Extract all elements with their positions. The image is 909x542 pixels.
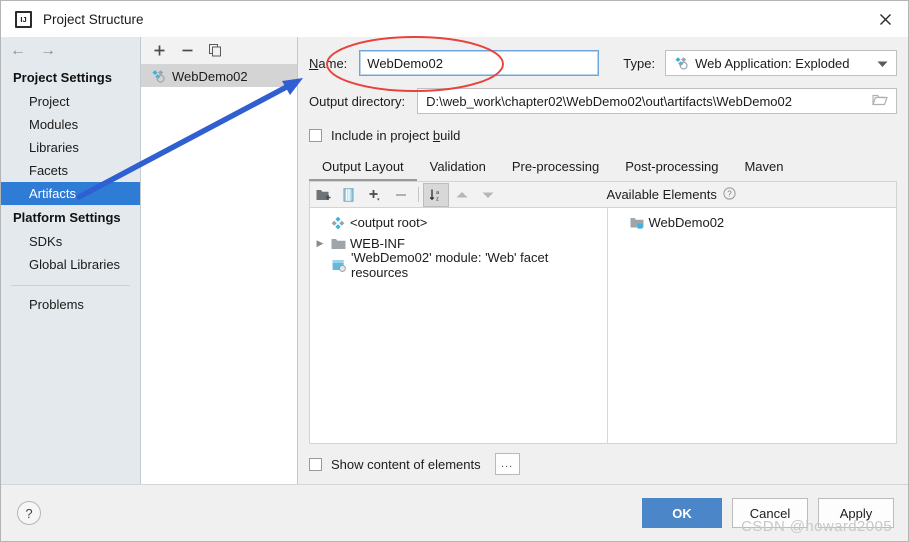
available-elements-tree: WebDemo02 <box>606 207 897 444</box>
more-options-button[interactable]: ... <box>494 453 520 475</box>
name-label: Name: <box>309 55 348 71</box>
chevron-down-icon <box>877 56 888 71</box>
list-item[interactable]: WebDemo02 <box>608 212 896 233</box>
intellij-idea-icon <box>15 10 32 28</box>
project-structure-dialog: Project Structure ← → Project Settings P… <box>0 0 909 542</box>
artifact-icon <box>151 69 165 83</box>
tab-validation[interactable]: Validation <box>417 159 499 181</box>
include-in-build-checkbox[interactable] <box>309 128 322 142</box>
tree-row[interactable]: <output root> <box>310 212 607 233</box>
show-content-row: Show content of elements ... <box>309 444 897 484</box>
sort-alphabetically-icon[interactable]: a z <box>423 182 449 207</box>
help-button[interactable]: ? <box>17 501 41 525</box>
close-icon[interactable] <box>862 1 908 37</box>
sidebar-group-project-settings: Project Settings <box>13 70 112 85</box>
output-directory-input[interactable]: D:\web_work\chapter02\WebDemo02\out\arti… <box>417 88 897 114</box>
chevron-right-icon[interactable]: ▶ <box>314 238 326 249</box>
arrow-right-icon[interactable]: → <box>40 43 56 59</box>
artifact-toolbar <box>141 37 297 65</box>
apply-button[interactable]: Apply <box>818 498 894 528</box>
svg-text:z: z <box>436 196 439 202</box>
dialog-footer: ? OK Cancel Apply CSDN @howard2005 <box>1 484 908 541</box>
layout-panes: <output root> ▶ WEB-INF 'WebDemo02' modu… <box>309 207 897 444</box>
sidebar-item-facets[interactable]: Facets <box>1 159 140 182</box>
remove-icon[interactable] <box>181 44 194 57</box>
output-directory-row: Output directory: D:\web_work\chapter02\… <box>309 88 897 114</box>
artifact-detail-panel: Name: WebDemo02 Type: Web Application: E… <box>298 37 908 484</box>
output-directory-value: D:\web_work\chapter02\WebDemo02\out\arti… <box>426 93 792 109</box>
show-content-label: Show content of elements <box>331 456 481 472</box>
name-input[interactable]: WebDemo02 <box>359 50 600 76</box>
artifact-icon <box>674 56 688 70</box>
arrow-left-icon[interactable]: ← <box>10 43 26 59</box>
include-in-build-label: Include in project build <box>331 127 461 143</box>
available-elements-label: Available Elements <box>606 187 717 202</box>
tab-pre-processing[interactable]: Pre-processing <box>499 159 612 181</box>
sidebar-group-platform-settings: Platform Settings <box>13 210 121 225</box>
cancel-button[interactable]: Cancel <box>732 498 808 528</box>
show-content-checkbox[interactable] <box>309 457 322 471</box>
window-title: Project Structure <box>43 11 144 27</box>
tab-maven[interactable]: Maven <box>731 159 796 181</box>
sidebar-item-artifacts[interactable]: Artifacts <box>1 182 140 205</box>
sidebar-item-modules[interactable]: Modules <box>1 113 140 136</box>
tab-post-processing[interactable]: Post-processing <box>612 159 731 181</box>
svg-text:?: ? <box>727 189 732 198</box>
type-label: Type: <box>623 55 656 71</box>
module-icon <box>630 217 644 229</box>
folder-icon <box>331 238 346 250</box>
footer-buttons: OK Cancel Apply <box>642 498 894 528</box>
settings-sidebar: ← → Project Settings Project Modules Lib… <box>1 37 141 484</box>
sidebar-item-libraries[interactable]: Libraries <box>1 136 140 159</box>
sidebar-item-project[interactable]: Project <box>1 90 140 113</box>
output-layout-tree: <output root> ▶ WEB-INF 'WebDemo02' modu… <box>309 207 607 444</box>
type-select[interactable]: Web Application: Exploded <box>665 50 897 76</box>
move-down-icon[interactable] <box>475 183 501 207</box>
detail-tabs: Output Layout Validation Pre-processing … <box>309 155 897 181</box>
title-bar: Project Structure <box>1 1 908 37</box>
artifact-name: WebDemo02 <box>172 68 248 84</box>
available-element-label: WebDemo02 <box>648 215 725 230</box>
tree-row[interactable]: 'WebDemo02' module: 'Web' facet resource… <box>310 250 607 280</box>
artifact-icon <box>331 216 345 230</box>
toolbar-separator <box>418 187 419 202</box>
type-value: Web Application: Exploded <box>695 55 850 71</box>
facet-icon <box>332 259 346 272</box>
sidebar-item-problems[interactable]: Problems <box>1 293 140 316</box>
tree-label: <output root> <box>350 215 428 230</box>
ok-button[interactable]: OK <box>642 498 722 528</box>
add-directory-icon[interactable] <box>310 183 336 207</box>
sidebar-item-global-libraries[interactable]: Global Libraries <box>1 253 140 276</box>
sidebar-divider <box>11 285 130 286</box>
include-in-build-row: Include in project build <box>309 126 897 144</box>
artifact-list-panel: WebDemo02 <box>141 37 298 484</box>
folder-browse-icon[interactable] <box>872 93 888 109</box>
output-directory-label: Output directory: <box>309 93 406 109</box>
remove-element-icon[interactable] <box>388 183 414 207</box>
copy-icon[interactable] <box>209 44 223 57</box>
output-layout-toolbar: a z Available Elements ? <box>309 181 897 207</box>
move-up-icon[interactable] <box>449 183 475 207</box>
add-archive-icon[interactable] <box>336 183 362 207</box>
add-icon[interactable] <box>153 44 166 57</box>
artifact-list: WebDemo02 <box>141 65 297 484</box>
name-row: Name: WebDemo02 Type: Web Application: E… <box>309 50 897 76</box>
sidebar-item-sdks[interactable]: SDKs <box>1 230 140 253</box>
available-elements-header: Available Elements ? <box>606 186 736 203</box>
tab-output-layout[interactable]: Output Layout <box>309 159 417 181</box>
question-circle-icon[interactable]: ? <box>723 186 736 203</box>
nav-arrows: ← → <box>1 37 140 65</box>
list-item[interactable]: WebDemo02 <box>141 65 297 87</box>
tree-label: 'WebDemo02' module: 'Web' facet resource… <box>351 249 549 280</box>
add-copy-icon[interactable] <box>362 183 388 207</box>
svg-text:a: a <box>436 190 440 196</box>
dialog-body: ← → Project Settings Project Modules Lib… <box>1 37 908 484</box>
name-input-value: WebDemo02 <box>367 55 443 71</box>
